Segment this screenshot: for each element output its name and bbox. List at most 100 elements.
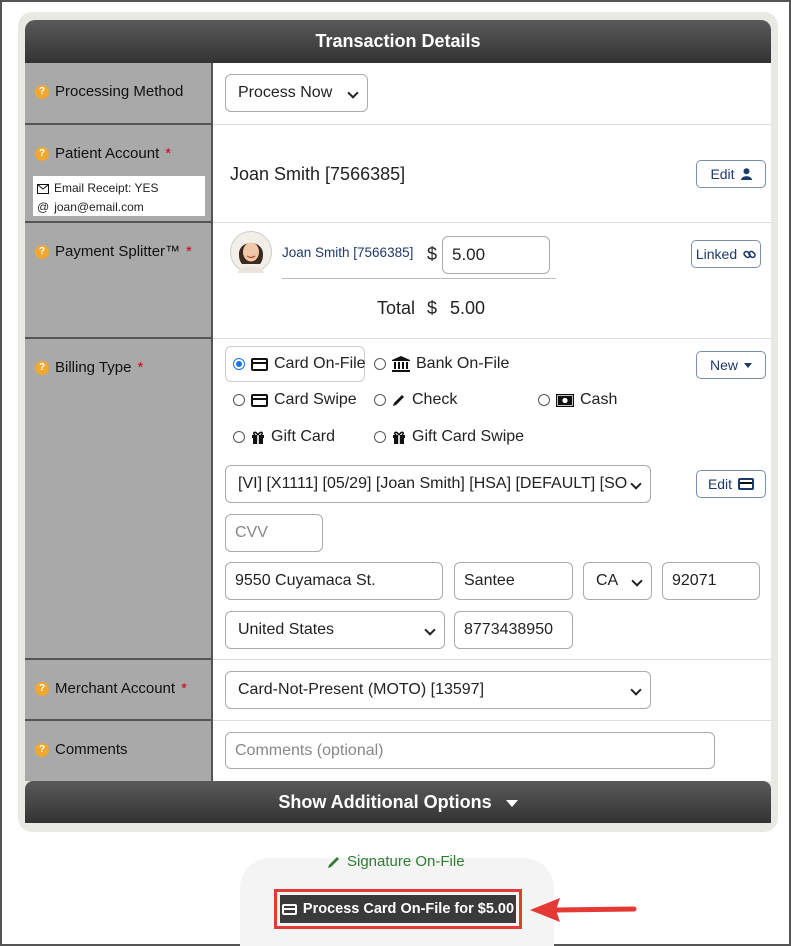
radio-gift-card[interactable]: Gift Card	[233, 428, 335, 446]
chevron-down-icon	[424, 624, 436, 636]
zip-value: 92071	[672, 572, 717, 589]
card-edit-button[interactable]: Edit	[696, 470, 766, 498]
split-amount-input[interactable]: 5.00	[442, 236, 550, 274]
signature-on-file-link[interactable]: Signature On-File	[327, 853, 465, 870]
show-additional-options-button[interactable]: Show Additional Options	[25, 781, 771, 823]
radio-check[interactable]: Check	[374, 391, 457, 409]
merchant-account-select[interactable]: Card-Not-Present (MOTO) [13597]	[225, 671, 651, 709]
processing-method-label-cell: ? Processing Method	[25, 63, 213, 125]
required-marker: *	[165, 145, 172, 162]
address-value: 9550 Cuyamaca St.	[235, 572, 376, 589]
payment-splitter-content: Joan Smith [7566385] $ 5.00 Linked Total…	[213, 223, 771, 339]
credit-card-icon	[251, 357, 268, 371]
radio-cash[interactable]: Cash	[538, 391, 617, 409]
process-card-button[interactable]: Process Card On-File for $5.00	[280, 895, 516, 923]
chevron-down-icon	[630, 684, 642, 696]
phone-value: 8773438950	[464, 621, 553, 638]
row-patient-account: ? Patient Account * Email Receipt: YES @ …	[25, 125, 771, 223]
bank-icon	[392, 356, 410, 372]
splitter-divider	[282, 278, 556, 279]
gift-icon	[393, 431, 405, 444]
patient-edit-label: Edit	[710, 166, 735, 182]
radio-bank-on-file[interactable]: Bank On-File	[374, 355, 509, 373]
help-icon[interactable]: ?	[35, 146, 49, 161]
money-bill-icon	[556, 393, 574, 407]
process-button-label: Process Card On-File for $5.00	[302, 901, 515, 917]
card-on-file-select[interactable]: [VI] [X1111] [05/29] [Joan Smith] [HSA] …	[225, 465, 651, 503]
comments-content: Comments (optional)	[213, 721, 771, 781]
radio-button[interactable]	[374, 358, 386, 370]
new-billing-label: New	[709, 357, 738, 373]
patient-email: joan@email.com	[54, 200, 144, 214]
radio-button[interactable]	[374, 431, 386, 443]
cvv-placeholder: CVV	[235, 524, 268, 541]
total-amount: 5.00	[450, 298, 486, 318]
country-select[interactable]: United States	[225, 611, 445, 649]
processing-method-value: Process Now	[238, 84, 333, 101]
panel-title-text: Transaction Details	[315, 31, 481, 51]
at-icon: @	[37, 200, 50, 214]
card-edit-label: Edit	[707, 476, 733, 492]
billing-type-label-cell: ? Billing Type *	[25, 339, 213, 660]
radio-card-on-file[interactable]: Card On-File	[233, 355, 366, 373]
processing-method-content: Process Now	[213, 63, 771, 125]
merchant-account-value: Card-Not-Present (MOTO) [13597]	[238, 681, 485, 698]
radio-button[interactable]	[233, 394, 245, 406]
radio-button[interactable]	[374, 394, 386, 406]
total-label: Total	[377, 298, 416, 318]
patient-name: Joan Smith [7566385]	[230, 164, 406, 184]
state-select[interactable]: CA	[583, 562, 652, 600]
phone-input[interactable]: 8773438950	[454, 611, 573, 649]
help-icon[interactable]: ?	[35, 84, 49, 99]
country-value: United States	[238, 621, 335, 638]
radio-card-swipe[interactable]: Card Swipe	[233, 391, 357, 409]
patient-edit-button[interactable]: Edit	[696, 160, 766, 188]
new-billing-button[interactable]: New	[696, 351, 766, 379]
radio-button[interactable]	[233, 431, 245, 443]
help-icon[interactable]: ?	[35, 742, 49, 757]
radio-button-checked[interactable]	[233, 358, 245, 370]
merchant-account-label-cell: ? Merchant Account *	[25, 660, 213, 721]
caret-down-icon	[744, 362, 752, 368]
comments-input[interactable]: Comments (optional)	[225, 732, 715, 769]
help-icon[interactable]: ?	[35, 360, 49, 375]
credit-card-icon	[251, 393, 268, 407]
merchant-account-label: Merchant Account	[55, 680, 176, 697]
address-input[interactable]: 9550 Cuyamaca St.	[225, 562, 443, 600]
help-icon[interactable]: ?	[35, 681, 49, 696]
cash-label: Cash	[580, 391, 618, 408]
envelope-icon	[37, 183, 49, 194]
payment-splitter-label: Payment Splitter™	[55, 243, 181, 260]
gift-card-swipe-label: Gift Card Swipe	[412, 428, 525, 445]
panel-title: Transaction Details	[25, 20, 771, 63]
cvv-input[interactable]: CVV	[225, 514, 323, 552]
linked-button[interactable]: Linked	[691, 240, 761, 268]
total-currency: $	[427, 298, 438, 318]
signature-label: Signature On-File	[347, 853, 465, 870]
zip-input[interactable]: 92071	[662, 562, 760, 600]
split-amount-value: 5.00	[452, 245, 486, 264]
radio-gift-card-swipe[interactable]: Gift Card Swipe	[374, 428, 524, 446]
city-input[interactable]: Santee	[454, 562, 573, 600]
card-on-file-label: Card On-File	[274, 355, 366, 372]
processing-method-select[interactable]: Process Now	[225, 74, 368, 112]
help-icon[interactable]: ?	[35, 244, 49, 259]
gift-card-label: Gift Card	[271, 428, 336, 445]
chevron-down-icon	[347, 87, 359, 99]
state-value: CA	[596, 572, 619, 589]
link-icon	[743, 250, 756, 258]
radio-button[interactable]	[538, 394, 550, 406]
email-receipt-box: Email Receipt: YES @ joan@email.com	[33, 176, 205, 216]
patient-account-label: Patient Account	[55, 145, 160, 162]
city-value: Santee	[464, 572, 515, 589]
card-select-value: [VI] [X1111] [05/29] [Joan Smith] [HSA] …	[238, 475, 628, 492]
credit-card-icon	[281, 903, 297, 915]
row-processing-method: ? Processing Method Process Now	[25, 63, 771, 125]
billing-type-label: Billing Type	[55, 359, 132, 376]
linked-label: Linked	[695, 246, 738, 262]
pencil-icon	[328, 856, 339, 868]
patient-link[interactable]: Joan Smith [7566385]	[282, 245, 413, 260]
row-merchant-account: ? Merchant Account * Card-Not-Present (MO…	[25, 660, 771, 721]
process-button-highlight: Process Card On-File for $5.00	[274, 889, 522, 929]
row-comments: ? Comments Comments (optional)	[25, 721, 771, 781]
